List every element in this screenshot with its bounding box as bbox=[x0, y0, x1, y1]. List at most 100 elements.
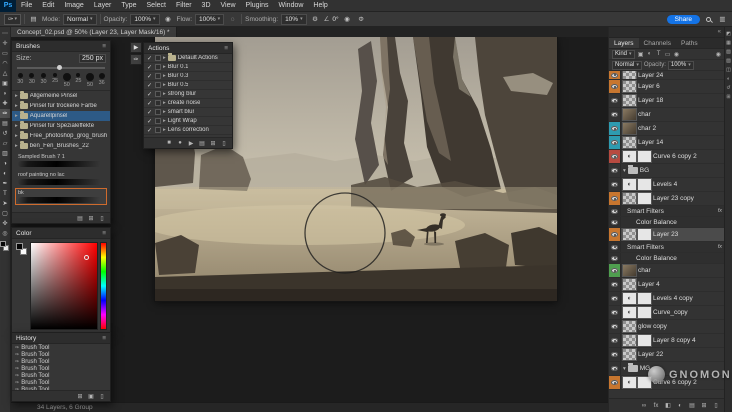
layer-row-glow-copy[interactable]: glow copy bbox=[609, 320, 724, 334]
visibility-toggle[interactable] bbox=[609, 264, 621, 277]
visibility-toggle[interactable] bbox=[609, 80, 621, 93]
visibility-toggle[interactable] bbox=[609, 362, 621, 375]
brushes-panel-header[interactable]: Brushes ≡ bbox=[12, 41, 110, 52]
layer-row-levels-4[interactable]: ◐ Levels 4 bbox=[609, 178, 724, 192]
layer-style-icon[interactable]: fx bbox=[652, 403, 660, 409]
layer-row-curve-6-copy-2[interactable]: ◐ Curve 6 copy 2 bbox=[609, 150, 724, 164]
layer-row-char[interactable]: char bbox=[609, 108, 724, 122]
visibility-toggle[interactable] bbox=[609, 108, 621, 121]
pressure-size-icon[interactable]: ◉ bbox=[342, 14, 353, 25]
history-state[interactable]: ✑Brush Tool bbox=[12, 372, 110, 379]
healing-brush-tool[interactable]: ✚ bbox=[0, 99, 10, 108]
layer-thumbnail[interactable] bbox=[623, 193, 636, 204]
chevron-right-icon[interactable]: ▸ bbox=[163, 55, 166, 61]
layer-row-char-2[interactable]: char 2 bbox=[609, 122, 724, 136]
play-icon[interactable]: ▶ bbox=[187, 140, 195, 147]
action-item[interactable]: ✓ ▸ Light Wrap bbox=[144, 117, 232, 126]
layer-row-curve-copy[interactable]: ◐ Curve_copy bbox=[609, 306, 724, 320]
brush-folder[interactable]: ▸ Allgemeine Pinsel bbox=[12, 91, 110, 101]
action-item[interactable]: ✓ ▸ Blur 0.1 bbox=[144, 63, 232, 72]
gradient-tool[interactable]: ▥ bbox=[0, 149, 10, 158]
delete-brush-icon[interactable]: ▯ bbox=[98, 215, 106, 222]
brush-angle-value[interactable]: 0° bbox=[332, 16, 338, 23]
layer-row-layer-18[interactable]: Layer 18 bbox=[609, 94, 724, 108]
visibility-toggle[interactable] bbox=[609, 150, 621, 163]
brush-preset[interactable]: Sampled Brush 7 1 bbox=[15, 152, 107, 169]
adjustment-thumbnail[interactable]: ◐ bbox=[623, 307, 636, 318]
chevron-down-icon[interactable]: ▾ bbox=[623, 168, 626, 174]
dialog-toggle-box[interactable] bbox=[155, 55, 161, 61]
layer-mask-thumbnail[interactable] bbox=[638, 193, 651, 204]
visibility-toggle[interactable] bbox=[609, 292, 621, 305]
visibility-toggle[interactable] bbox=[609, 217, 621, 227]
menu-type[interactable]: Type bbox=[116, 2, 141, 9]
layer-mask-thumbnail[interactable] bbox=[638, 293, 651, 304]
pen-tool[interactable]: ✒ bbox=[0, 179, 10, 188]
dialog-toggle-box[interactable] bbox=[155, 82, 161, 88]
brush-folder[interactable]: ▸ Pinsel für trockene Farbe bbox=[12, 101, 110, 111]
brush-tool[interactable]: ✑ bbox=[0, 109, 10, 118]
marquee-tool[interactable]: ▭ bbox=[0, 49, 10, 58]
tab-layers[interactable]: Layers bbox=[609, 38, 639, 48]
filter-shape-layers-icon[interactable]: ▭ bbox=[664, 51, 672, 58]
search-icon[interactable] bbox=[703, 14, 714, 25]
visibility-toggle[interactable] bbox=[609, 278, 621, 291]
filter-pixel-layers-icon[interactable]: ▣ bbox=[637, 51, 645, 58]
link-layers-icon[interactable]: ∞ bbox=[640, 403, 648, 409]
layer-row-layer-8-copy-4[interactable]: Layer 8 copy 4 bbox=[609, 334, 724, 348]
adjustment-thumbnail[interactable]: ◐ bbox=[623, 179, 636, 190]
filter-smart-objects-icon[interactable]: ◉ bbox=[673, 51, 681, 58]
menu-window[interactable]: Window bbox=[274, 2, 309, 9]
layer-thumbnail[interactable] bbox=[623, 265, 636, 276]
dialog-toggle-box[interactable] bbox=[155, 109, 161, 115]
brush-folder[interactable]: ▸ Pinsel für Spezialeffekte bbox=[12, 121, 110, 131]
opacity-select[interactable]: 100% ▾ bbox=[130, 13, 160, 25]
layer-row-layer-14[interactable]: Layer 14 bbox=[609, 136, 724, 150]
layer-row-smart-filters[interactable]: Smart Filters fx bbox=[609, 206, 724, 217]
chevron-right-icon[interactable]: ▸ bbox=[163, 127, 166, 133]
filter-kind-select[interactable]: Kind ▾ bbox=[612, 49, 635, 59]
chevron-right-icon[interactable]: ▸ bbox=[15, 93, 18, 99]
visibility-toggle[interactable] bbox=[609, 306, 621, 319]
layer-row-layer-23-copy[interactable]: Layer 23 copy bbox=[609, 192, 724, 206]
menu-3d[interactable]: 3D bbox=[197, 2, 216, 9]
layer-thumbnail[interactable] bbox=[623, 335, 636, 346]
delete-layer-icon[interactable]: ▯ bbox=[712, 402, 720, 409]
stop-icon[interactable]: ■ bbox=[165, 140, 173, 146]
layer-thumbnail[interactable] bbox=[623, 123, 636, 134]
checkmark-icon[interactable]: ✓ bbox=[146, 127, 153, 134]
checkmark-icon[interactable]: ✓ bbox=[146, 82, 153, 89]
layer-mask-thumbnail[interactable] bbox=[638, 151, 651, 162]
brush-panel-icon[interactable]: ✑ bbox=[130, 54, 142, 65]
action-item[interactable]: ✓ ▸ strong blur bbox=[144, 90, 232, 99]
foreground-color-swatch[interactable] bbox=[16, 243, 23, 250]
layer-row-color-balance[interactable]: Color Balance bbox=[609, 217, 724, 228]
layer-row-layer-22[interactable]: Layer 22 bbox=[609, 348, 724, 362]
new-adjustment-layer-icon[interactable]: ◐ bbox=[676, 403, 684, 409]
new-document-from-state-icon[interactable]: ⊞ bbox=[76, 393, 84, 400]
chevron-right-icon[interactable]: ▸ bbox=[163, 73, 166, 79]
layer-mask-thumbnail[interactable] bbox=[638, 179, 651, 190]
layer-row-char[interactable]: char bbox=[609, 264, 724, 278]
filter-adjustment-layers-icon[interactable]: ◐ bbox=[646, 51, 654, 57]
brush-tip[interactable]: 30 bbox=[15, 73, 26, 88]
dialog-toggle-box[interactable] bbox=[155, 64, 161, 70]
menu-view[interactable]: View bbox=[216, 2, 241, 9]
panel-menu-icon[interactable]: ≡ bbox=[224, 45, 228, 52]
checkmark-icon[interactable]: ✓ bbox=[146, 55, 153, 62]
history-state[interactable]: ✑Brush Tool bbox=[12, 365, 110, 372]
visibility-toggle[interactable] bbox=[609, 334, 621, 347]
history-panel-header[interactable]: History ≡ bbox=[12, 333, 110, 344]
menu-help[interactable]: Help bbox=[308, 2, 332, 9]
menu-select[interactable]: Select bbox=[142, 2, 171, 9]
patterns-panel-icon[interactable]: ▨ bbox=[726, 58, 731, 64]
hue-slider[interactable] bbox=[100, 242, 107, 330]
visibility-toggle[interactable] bbox=[609, 348, 621, 361]
tab-channels[interactable]: Channels bbox=[639, 38, 676, 48]
flow-select[interactable]: 100% ▾ bbox=[195, 13, 225, 25]
smoothing-select[interactable]: 10% ▾ bbox=[281, 13, 307, 25]
delete-action-icon[interactable]: ▯ bbox=[220, 140, 228, 147]
dialog-toggle-box[interactable] bbox=[155, 73, 161, 79]
visibility-toggle[interactable] bbox=[609, 242, 621, 252]
document-tab[interactable]: Concept_02.psd @ 50% (Layer 23, Layer Ma… bbox=[11, 27, 177, 37]
